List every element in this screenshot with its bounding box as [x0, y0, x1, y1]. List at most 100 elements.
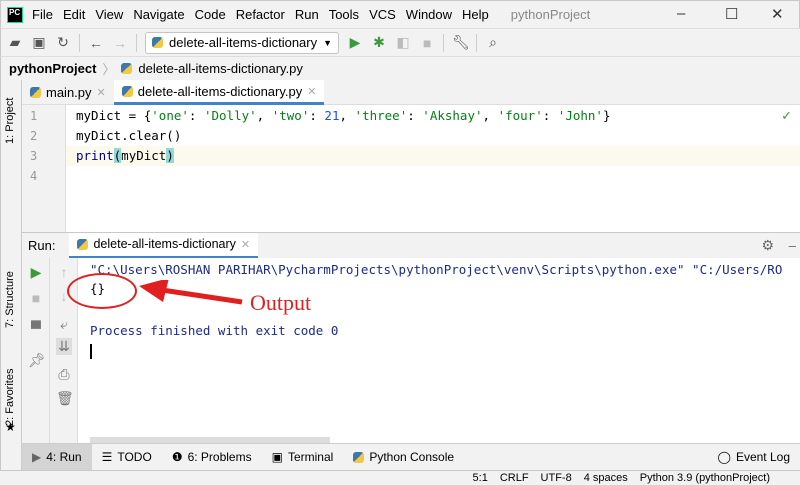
menu-code[interactable]: Code — [195, 7, 226, 22]
close-button[interactable]: ✕ — [771, 5, 784, 23]
event-log-icon: ◯ — [717, 450, 731, 464]
close-tab-icon[interactable]: ✕ — [241, 238, 250, 251]
wrench-icon[interactable]: 🔧︎ — [452, 34, 470, 51]
tab-main-py[interactable]: main.py ✕ — [22, 80, 114, 105]
line-number: 2 — [30, 129, 38, 143]
menu-file[interactable]: File — [32, 7, 53, 22]
status-bar: 5:1 CRLF UTF-8 4 spaces Python 3.9 (pyth… — [0, 470, 800, 484]
sync-icon[interactable]: ↻ — [55, 34, 71, 51]
star-icon: ★ — [5, 420, 16, 434]
tool-window-bar: ▶ 4: Run ☰ TODO ❶ 6: Problems ▣ Terminal Pyt… — [22, 443, 800, 471]
print-icon[interactable]: ⎙ — [56, 366, 72, 383]
python-file-icon — [121, 85, 133, 97]
label: Python Console — [369, 450, 455, 464]
run-icon[interactable]: ▶ — [347, 34, 363, 51]
menu-tools[interactable]: Tools — [329, 7, 359, 22]
code-editor[interactable]: 1 2 3 4 myDict = {'one': 'Dolly', 'two':… — [22, 105, 800, 232]
forward-icon[interactable]: → — [112, 35, 128, 51]
menu-navigate[interactable]: Navigate — [133, 7, 184, 22]
label: 4: Run — [46, 450, 82, 464]
python-icon — [152, 37, 163, 48]
menu-view[interactable]: View — [95, 7, 123, 22]
back-icon[interactable]: ← — [88, 35, 104, 51]
check-icon: ✓ — [781, 108, 792, 123]
console-line: "C:\Users\ROSHAN PARIHAR\PycharmProjects… — [90, 262, 783, 277]
menu-help[interactable]: Help — [462, 7, 489, 22]
code-line-1: myDict = {'one': 'Dolly', 'two': 21, 'th… — [76, 108, 611, 123]
trash-icon[interactable]: 🗑︎ — [56, 390, 74, 407]
menu-edit[interactable]: Edit — [63, 7, 85, 22]
todo-tool-button[interactable]: ☰ TODO — [92, 444, 162, 471]
run-tab-label: delete-all-items-dictionary — [93, 237, 236, 251]
divider — [136, 33, 137, 52]
annotation-ellipse — [67, 273, 137, 309]
toolbar: ▰ ▣ ↻ ← → delete-all-items-dictionary ▼ … — [0, 28, 800, 56]
scroll-to-end-icon[interactable]: ⇊ — [56, 338, 72, 355]
open-folder-icon[interactable]: ▰ — [7, 34, 23, 51]
play-icon: ▶ — [32, 450, 42, 464]
project-tool-button[interactable]: 1: Project — [4, 98, 16, 144]
tab-label: main.py — [46, 85, 92, 100]
python-file-icon — [121, 63, 133, 74]
gear-icon[interactable]: ⚙ — [761, 237, 774, 254]
line-separator[interactable]: CRLF — [500, 471, 529, 484]
run-console: ▶ ■ ▀ 📌︎ ↑ ↓ ⤶ ⇊ ⎙ 🗑︎ "C:\Users\ROSHAN P… — [22, 258, 800, 443]
menu-vcs[interactable]: VCS — [369, 7, 396, 22]
label: Terminal — [287, 450, 334, 464]
list-icon: ☰ — [101, 450, 113, 464]
up-arrow-icon[interactable]: ↑ — [56, 264, 72, 280]
debug-icon[interactable]: ✱ — [371, 34, 387, 51]
run-config-select[interactable]: delete-all-items-dictionary ▼ — [145, 31, 340, 54]
pycharm-logo: PC — [7, 6, 23, 23]
run-tab[interactable]: delete-all-items-dictionary ✕ — [69, 232, 259, 259]
rerun-icon[interactable]: ▶ — [28, 264, 44, 281]
minimize-panel-icon[interactable]: – — [789, 238, 796, 253]
breadcrumb-file[interactable]: delete-all-items-dictionary.py — [138, 61, 303, 76]
maximize-button[interactable]: ☐ — [725, 5, 738, 23]
run-label: Run: — [28, 238, 56, 253]
run-tool-button[interactable]: ▶ 4: Run — [22, 443, 92, 471]
favorites-tool-button[interactable]: 2: Favorites — [4, 369, 16, 426]
cursor-position[interactable]: 5:1 — [473, 471, 488, 484]
terminal-tool-button[interactable]: ▣ Terminal — [262, 444, 344, 471]
close-tab-icon[interactable]: ✕ — [97, 86, 106, 99]
tab-label: delete-all-items-dictionary.py — [137, 83, 303, 99]
breadcrumb-project[interactable]: pythonProject — [9, 61, 96, 76]
label: 6: Problems — [187, 450, 252, 464]
pin-icon[interactable]: 📌︎ — [28, 352, 46, 369]
menu-window[interactable]: Window — [406, 7, 452, 22]
encoding[interactable]: UTF-8 — [541, 471, 572, 484]
stop-icon[interactable]: ■ — [28, 290, 44, 306]
python-icon — [353, 451, 365, 463]
save-icon[interactable]: ▣ — [31, 34, 47, 51]
divider — [476, 33, 478, 52]
soft-wrap-icon[interactable]: ⤶ — [56, 316, 72, 333]
code-line-3: print(myDict) — [76, 148, 174, 163]
left-tool-strip: 1: Project 7: Structure 2: Favorites ★ — [0, 80, 22, 470]
python-console-tool-button[interactable]: Python Console — [343, 444, 464, 471]
warning-icon: ❶ — [171, 450, 183, 464]
menu-refactor[interactable]: Refactor — [236, 7, 285, 22]
coverage-icon[interactable]: ◧ — [395, 34, 411, 51]
minimize-button[interactable]: – — [677, 5, 685, 22]
structure-tool-button[interactable]: 7: Structure — [4, 271, 16, 328]
current-line-highlight — [66, 146, 800, 166]
close-tab-icon[interactable]: ✕ — [307, 85, 316, 98]
layout-icon[interactable]: ▀ — [28, 320, 44, 336]
interpreter[interactable]: Python 3.9 (pythonProject) — [640, 471, 770, 484]
label: TODO — [117, 450, 152, 464]
stop-icon[interactable]: ■ — [419, 35, 435, 51]
breadcrumb-separator: 〉 — [102, 62, 116, 77]
editor-tabs: main.py ✕ delete-all-items-dictionary.py… — [22, 80, 800, 105]
event-log-button[interactable]: ◯ Event Log — [708, 444, 800, 471]
indent[interactable]: 4 spaces — [584, 471, 628, 484]
menu-run[interactable]: Run — [295, 7, 319, 22]
run-window-header: Run: delete-all-items-dictionary ✕ ⚙ – — [22, 232, 800, 259]
problems-tool-button[interactable]: ❶ 6: Problems — [162, 444, 262, 471]
tab-delete-all-items-dictionary[interactable]: delete-all-items-dictionary.py ✕ — [113, 80, 325, 105]
python-icon — [77, 238, 89, 250]
window-title: pythonProject — [510, 7, 591, 22]
chevron-down-icon: ▼ — [323, 37, 333, 48]
search-icon[interactable]: ⌕ — [485, 34, 501, 51]
line-number: 3 — [30, 149, 38, 163]
